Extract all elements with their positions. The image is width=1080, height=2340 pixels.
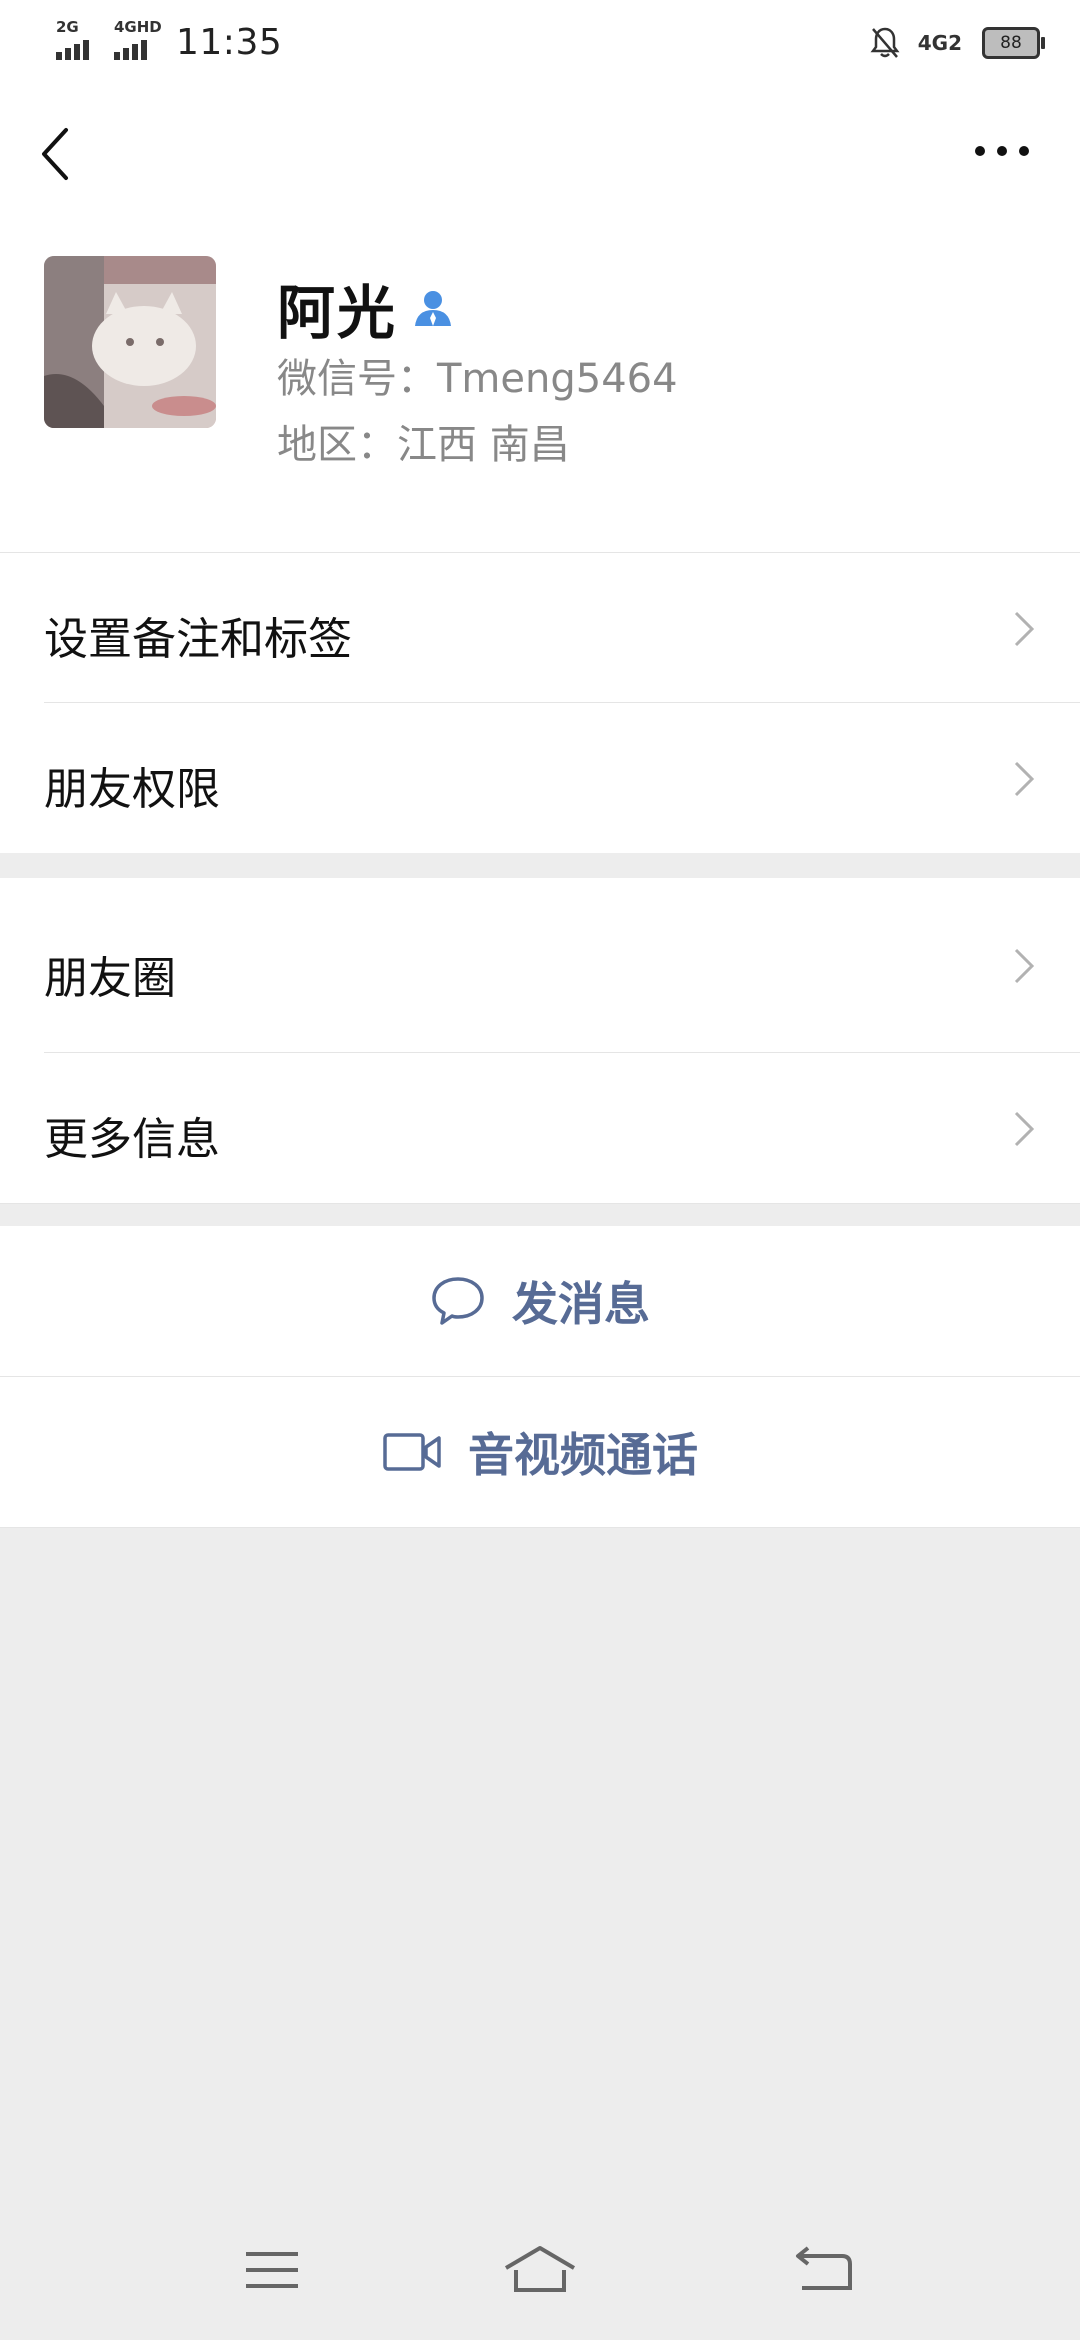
chevron-right-icon [1014,948,1035,984]
bell-off-icon [870,27,900,58]
status-right: 4G2 88 [870,20,1045,66]
chevron-right-icon [1014,1111,1035,1147]
battery-icon: 88 [982,27,1045,59]
contact-name: 阿光 [277,279,398,347]
row-remarks-tags[interactable]: 设置备注和标签 [0,553,1080,703]
avatar[interactable] [44,256,216,428]
row-label: 更多信息 [44,1114,220,1165]
send-message-button[interactable]: 发消息 [0,1226,1080,1376]
avatar-image [44,256,216,428]
send-message-label: 发消息 [512,1277,650,1331]
region: 地区：江西 南昌 [277,422,570,468]
system-nav-bar [0,2210,1080,2340]
menu-lines-icon[interactable] [232,2240,312,2300]
video-call-button[interactable]: 音视频通话 [0,1377,1080,1527]
nav-header [0,84,1080,214]
more-dots-icon[interactable] [972,136,1032,166]
divider [0,1203,1080,1204]
sim2-signal-icon: 4GHD [114,20,162,64]
row-friend-permissions[interactable]: 朋友权限 [0,703,1080,853]
status-bar: 2G 4GHD 11:35 4G2 88 [0,0,1080,84]
video-call-label: 音视频通话 [468,1428,698,1482]
chevron-right-icon [1014,611,1035,647]
profile-card: 阿光 微信号：Tmeng5464 地区：江西 南昌 [0,214,1080,552]
divider [0,1527,1080,1528]
row-label: 设置备注和标签 [44,614,352,665]
status-left: 2G 4GHD 11:35 [56,18,282,66]
chat-bubble-icon [432,1277,484,1325]
battery-level: 88 [1000,33,1022,53]
contact-person-icon [415,291,452,326]
network-type: 4G2 [917,31,962,55]
clock: 11:35 [176,21,283,63]
sim1-signal-icon: 2G [56,20,104,64]
home-icon[interactable] [500,2240,580,2300]
sim1-label: 2G [56,18,79,36]
row-moments[interactable]: 朋友圈 [0,878,1080,1053]
row-label: 朋友权限 [44,764,220,815]
back-return-icon[interactable] [784,2240,864,2300]
row-more-info[interactable]: 更多信息 [0,1053,1080,1203]
name-row: 阿光 [277,266,455,350]
back-chevron-icon[interactable] [36,124,76,184]
wechat-id: 微信号：Tmeng5464 [277,356,678,402]
chevron-right-icon [1014,761,1035,797]
row-label: 朋友圈 [44,953,176,1004]
sim2-label: 4GHD [114,18,162,36]
video-camera-icon [383,1433,441,1471]
